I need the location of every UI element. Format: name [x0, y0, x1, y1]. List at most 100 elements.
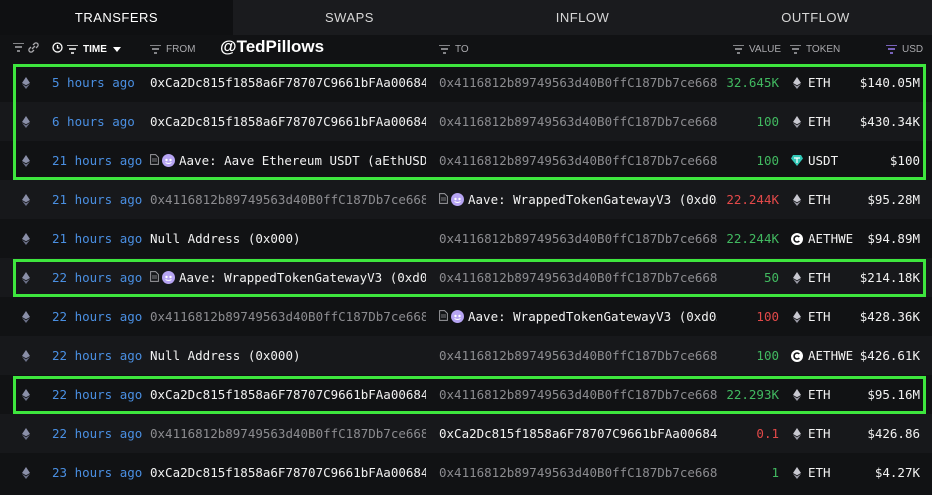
filter-icon: [13, 42, 24, 55]
to-address[interactable]: Aave: WrappedTokenGatewayV3 (0xd0…: [439, 180, 717, 219]
filter-icon: [439, 44, 450, 54]
column-header-token[interactable]: TOKEN: [790, 35, 840, 63]
row-value: 0.1: [756, 426, 779, 441]
column-label-value: VALUE: [749, 43, 782, 55]
from-address[interactable]: Null Address (0x000): [150, 336, 426, 375]
from-address[interactable]: 0x4116812b89749563d40B0ffC187Db7ce668…: [150, 297, 426, 336]
from-address[interactable]: 0xCa2Dc815f1858a6F78707C9661bFAa00684…: [150, 453, 426, 492]
eth-icon: [791, 115, 803, 128]
row-time[interactable]: 23 hours ago: [52, 453, 144, 492]
tab-inflow[interactable]: INFLOW: [466, 0, 699, 35]
row-token[interactable]: ETH: [791, 297, 853, 336]
to-address[interactable]: Aave: WrappedTokenGatewayV3 (0xd0…: [439, 297, 717, 336]
table-row[interactable]: 5 hours ago 0xCa2Dc815f1858a6F78707C9661b…: [0, 63, 932, 102]
row-usd: $4.27K: [874, 465, 920, 480]
table-row[interactable]: 21 hours ago Aave: Aave Ethereum USDT (aE…: [0, 141, 932, 180]
row-time[interactable]: 21 hours ago: [52, 180, 144, 219]
row-time[interactable]: 21 hours ago: [52, 141, 144, 180]
row-usd: $430.34K: [859, 114, 920, 129]
table-row[interactable]: 6 hours ago 0xCa2Dc815f1858a6F78707C9661b…: [0, 102, 932, 141]
row-time[interactable]: 22 hours ago: [52, 297, 144, 336]
column-header-usd[interactable]: USD: [886, 35, 923, 63]
row-token-symbol: ETH: [808, 75, 831, 90]
from-address[interactable]: 0xCa2Dc815f1858a6F78707C9661bFAa00684…: [150, 102, 426, 141]
row-token[interactable]: ETH: [791, 453, 853, 492]
row-usd: $426.61K: [859, 348, 920, 363]
aethwe-icon: [791, 232, 803, 245]
ethereum-chain-icon: [22, 258, 32, 297]
to-address[interactable]: 0x4116812b89749563d40B0ffC187Db7ce668…: [439, 375, 717, 414]
transfers-table: 5 hours ago 0xCa2Dc815f1858a6F78707C9661b…: [0, 63, 932, 492]
table-row[interactable]: 22 hours ago 0xCa2Dc815f1858a6F78707C9661…: [0, 375, 932, 414]
tab-outflow[interactable]: OUTFLOW: [699, 0, 932, 35]
filter-link-control[interactable]: [13, 35, 39, 63]
row-token[interactable]: USDT: [791, 141, 853, 180]
from-address[interactable]: Aave: Aave Ethereum USDT (aEthUSD…: [150, 141, 426, 180]
eth-icon: [791, 271, 803, 284]
from-address[interactable]: 0xCa2Dc815f1858a6F78707C9661bFAa00684…: [150, 63, 426, 102]
file-icon: [150, 153, 159, 168]
tab-swaps[interactable]: SWAPS: [233, 0, 466, 35]
sort-desc-icon: [112, 44, 121, 55]
table-row[interactable]: 22 hours ago Null Address (0x000) 0x411681…: [0, 336, 932, 375]
table-row[interactable]: 22 hours ago 0x4116812b89749563d40B0ffC18…: [0, 414, 932, 453]
table-row[interactable]: 22 hours ago 0x4116812b89749563d40B0ffC18…: [0, 297, 932, 336]
row-token[interactable]: AETHWE: [791, 219, 853, 258]
to-address[interactable]: 0x4116812b89749563d40B0ffC187Db7ce668…: [439, 258, 717, 297]
row-time[interactable]: 22 hours ago: [52, 258, 144, 297]
table-row[interactable]: 21 hours ago Null Address (0x000) 0x411681…: [0, 219, 932, 258]
from-address[interactable]: 0x4116812b89749563d40B0ffC187Db7ce668…: [150, 414, 426, 453]
row-token[interactable]: AETHWE: [791, 336, 853, 375]
filter-icon: [150, 44, 161, 54]
column-label-from: FROM: [166, 43, 196, 55]
tab-transfers[interactable]: TRANSFERS: [0, 0, 233, 35]
to-address[interactable]: 0x4116812b89749563d40B0ffC187Db7ce668…: [439, 453, 717, 492]
row-token[interactable]: ETH: [791, 180, 853, 219]
from-address[interactable]: Null Address (0x000): [150, 219, 426, 258]
to-address[interactable]: 0x4116812b89749563d40B0ffC187Db7ce668…: [439, 141, 717, 180]
column-label-time: TIME: [83, 43, 107, 55]
table-row[interactable]: 23 hours ago 0xCa2Dc815f1858a6F78707C9661…: [0, 453, 932, 492]
row-time[interactable]: 22 hours ago: [52, 414, 144, 453]
to-address[interactable]: 0x4116812b89749563d40B0ffC187Db7ce668…: [439, 336, 717, 375]
row-token-symbol: ETH: [808, 114, 831, 129]
column-header-value[interactable]: VALUE: [733, 35, 781, 63]
row-time[interactable]: 6 hours ago: [52, 102, 144, 141]
row-token[interactable]: ETH: [791, 258, 853, 297]
aave-ghost-icon: [162, 271, 175, 284]
ethereum-chain-icon: [22, 414, 32, 453]
row-usd: $100: [889, 153, 920, 168]
row-token[interactable]: ETH: [791, 414, 853, 453]
row-usd: $140.05M: [859, 75, 920, 90]
column-header-to[interactable]: TO: [439, 35, 469, 63]
ethereum-chain-icon: [22, 219, 32, 258]
row-time[interactable]: 22 hours ago: [52, 375, 144, 414]
row-token[interactable]: ETH: [791, 375, 853, 414]
to-address[interactable]: 0x4116812b89749563d40B0ffC187Db7ce668…: [439, 219, 717, 258]
from-address-text: Aave: Aave Ethereum USDT (aEthUSD…: [179, 153, 426, 168]
to-address[interactable]: 0xCa2Dc815f1858a6F78707C9661bFAa00684…: [439, 414, 717, 453]
row-value: 100: [756, 153, 779, 168]
row-token-symbol: ETH: [808, 309, 831, 324]
to-address[interactable]: 0x4116812b89749563d40B0ffC187Db7ce668…: [439, 102, 717, 141]
row-time[interactable]: 22 hours ago: [52, 336, 144, 375]
filter-icon: [67, 44, 78, 54]
from-address[interactable]: Aave: WrappedTokenGatewayV3 (0xd0…: [150, 258, 426, 297]
table-row[interactable]: 21 hours ago 0x4116812b89749563d40B0ffC18…: [0, 180, 932, 219]
aave-ghost-icon: [451, 310, 464, 323]
table-row[interactable]: 22 hours ago Aave: WrappedTokenGatewayV3 …: [0, 258, 932, 297]
to-address[interactable]: 0x4116812b89749563d40B0ffC187Db7ce668…: [439, 63, 717, 102]
row-token-symbol: ETH: [808, 465, 831, 480]
column-header-time[interactable]: TIME: [52, 35, 121, 63]
row-token[interactable]: ETH: [791, 63, 853, 102]
row-token-symbol: USDT: [808, 153, 839, 168]
row-token[interactable]: ETH: [791, 102, 853, 141]
from-address[interactable]: 0xCa2Dc815f1858a6F78707C9661bFAa00684…: [150, 375, 426, 414]
row-time[interactable]: 5 hours ago: [52, 63, 144, 102]
aave-ghost-icon: [451, 193, 464, 206]
from-address[interactable]: 0x4116812b89749563d40B0ffC187Db7ce668…: [150, 180, 426, 219]
column-header-from[interactable]: FROM: [150, 35, 195, 63]
file-icon: [439, 192, 448, 207]
row-value: 32.645K: [726, 75, 779, 90]
row-time[interactable]: 21 hours ago: [52, 219, 144, 258]
